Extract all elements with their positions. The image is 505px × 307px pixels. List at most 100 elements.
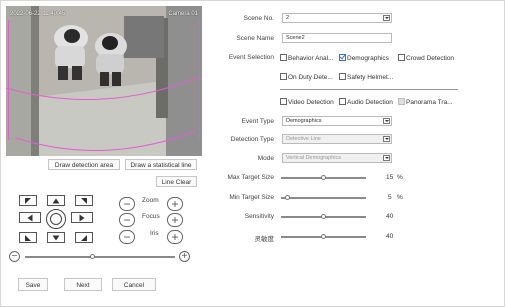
scene-name-input[interactable]: Scene2 <box>282 33 392 43</box>
arrow-up-icon <box>52 198 60 203</box>
event-checkbox-demographics[interactable]: Demographics <box>339 54 389 62</box>
checkbox-disabled-icon <box>398 98 405 105</box>
event-type-value: Demographics <box>286 118 322 124</box>
arrow-up-right-icon <box>81 197 87 204</box>
max-target-size-unit: % <box>397 174 403 181</box>
sensitivity-value: 40 <box>386 213 394 220</box>
event-checkbox-on-duty-detection[interactable]: On Duty Dete... <box>280 73 333 81</box>
zoom-out-button[interactable]: − <box>119 197 135 211</box>
camera-scene-image <box>6 6 202 156</box>
focus-near-button[interactable]: − <box>119 213 135 227</box>
ptz-left-button[interactable] <box>19 212 41 223</box>
sensitivity-label: Sensitivity <box>244 213 274 220</box>
draw-detection-area-button[interactable]: Draw detection area <box>48 159 120 170</box>
chevron-down-icon <box>383 136 390 142</box>
checkbox-icon <box>398 54 405 61</box>
ptz-up-button[interactable] <box>47 195 65 206</box>
event-checkbox-behavior-analysis[interactable]: Behavior Anal... <box>280 54 334 62</box>
checkbox-icon <box>280 98 287 105</box>
checkbox-icon <box>280 54 287 61</box>
event-label: Video Detection <box>288 99 334 106</box>
sensitivity-slider-handle[interactable] <box>321 213 326 219</box>
min-target-size-label: Min Target Size <box>229 194 274 201</box>
event-label: On Duty Dete... <box>288 74 333 81</box>
sensitivity-cn-label: 灵敏度 <box>254 236 275 243</box>
speed-decrease-button[interactable]: − <box>9 251 20 262</box>
ptz-speed-slider[interactable] <box>25 253 175 259</box>
minus-icon: − <box>11 251 18 262</box>
max-target-size-slider-handle[interactable] <box>321 174 326 180</box>
plus-icon: + <box>171 197 179 211</box>
min-target-size-value: 5 <box>388 194 392 201</box>
event-label: Behavior Anal... <box>288 55 334 62</box>
iris-open-button[interactable]: + <box>167 230 183 244</box>
event-checkbox-audio-detection[interactable]: Audio Detection <box>339 98 393 106</box>
ptz-right-button[interactable] <box>71 212 93 223</box>
ptz-down-right-button[interactable] <box>75 232 93 243</box>
min-target-size-slider-handle[interactable] <box>285 194 290 200</box>
event-selection-label: Event Selection <box>228 54 274 61</box>
scene-no-select[interactable]: 2 <box>282 13 392 23</box>
event-type-select[interactable]: Demographics <box>282 116 392 126</box>
mode-label: Mode <box>257 155 274 162</box>
mode-select: Vertical Demographics <box>282 153 392 163</box>
checkbox-checked-icon <box>339 54 346 61</box>
event-checkbox-video-detection[interactable]: Video Detection <box>280 98 334 106</box>
iris-close-button[interactable]: − <box>119 230 135 244</box>
ptz-home-icon <box>50 213 62 225</box>
chevron-down-icon <box>383 155 390 161</box>
live-video-preview[interactable]: 2022-06-22 11:40:45 Camera 01 <box>6 6 202 156</box>
event-type-label: Event Type <box>241 118 274 125</box>
draw-statistical-line-button[interactable]: Draw a statistical line <box>125 159 197 170</box>
min-target-size-slider[interactable] <box>281 194 366 200</box>
event-label: Crowd Detection <box>406 55 455 62</box>
ptz-down-left-button[interactable] <box>19 232 37 243</box>
speed-increase-button[interactable]: + <box>179 251 190 262</box>
event-checkbox-crowd-detection[interactable]: Crowd Detection <box>398 54 454 62</box>
osd-datetime: 2022-06-22 11:40:45 <box>10 11 66 17</box>
arrow-right-icon <box>79 214 85 221</box>
plus-icon: + <box>171 230 179 244</box>
event-label: Audio Detection <box>347 99 393 106</box>
sensitivity-cn-slider-handle[interactable] <box>321 233 326 239</box>
scene-no-value: 2 <box>286 15 290 21</box>
scene-name-label: Scene Name <box>236 35 274 42</box>
event-divider <box>280 89 458 90</box>
chevron-down-icon <box>383 118 390 124</box>
ptz-speed-slider-handle[interactable] <box>90 253 96 259</box>
sensitivity-slider[interactable] <box>281 213 366 219</box>
ptz-home-button[interactable] <box>46 209 66 229</box>
scene-name-value: Scene2 <box>286 35 305 41</box>
focus-far-button[interactable]: + <box>167 213 183 227</box>
ptz-up-right-button[interactable] <box>75 195 93 206</box>
min-target-size-unit: % <box>397 194 403 201</box>
focus-label: Focus <box>142 213 160 220</box>
plus-icon: + <box>171 213 179 227</box>
checkbox-icon <box>339 98 346 105</box>
zoom-in-button[interactable]: + <box>167 197 183 211</box>
max-target-size-slider[interactable] <box>281 174 366 180</box>
minus-icon: − <box>123 197 131 211</box>
event-label: Demographics <box>347 55 389 62</box>
max-target-size-value: 15 <box>386 174 394 181</box>
minus-icon: − <box>123 213 131 227</box>
line-clear-button[interactable]: Line Clear <box>156 176 197 187</box>
event-checkbox-safety-helmet[interactable]: Safety Helmet... <box>339 73 393 81</box>
ptz-up-left-button[interactable] <box>19 195 37 206</box>
arrow-up-left-icon <box>25 197 31 204</box>
event-label: Panorama Tra... <box>406 99 453 106</box>
scene-config-panel: 2022-06-22 11:40:45 Camera 01 Draw detec… <box>0 0 505 307</box>
save-button[interactable]: Save <box>18 278 48 291</box>
cancel-button[interactable]: Cancel <box>112 278 156 291</box>
arrow-left-icon <box>27 214 33 221</box>
checkbox-icon <box>280 73 287 80</box>
event-label: Safety Helmet... <box>347 74 394 81</box>
detection-type-value: Detective Line <box>286 136 321 142</box>
plus-icon: + <box>181 251 188 262</box>
osd-camera-name: Camera 01 <box>168 11 198 17</box>
next-button[interactable]: Next <box>64 278 102 291</box>
sensitivity-cn-slider[interactable] <box>281 233 366 239</box>
chevron-down-icon <box>383 15 390 21</box>
ptz-down-button[interactable] <box>47 232 65 243</box>
minus-icon: − <box>123 230 131 244</box>
